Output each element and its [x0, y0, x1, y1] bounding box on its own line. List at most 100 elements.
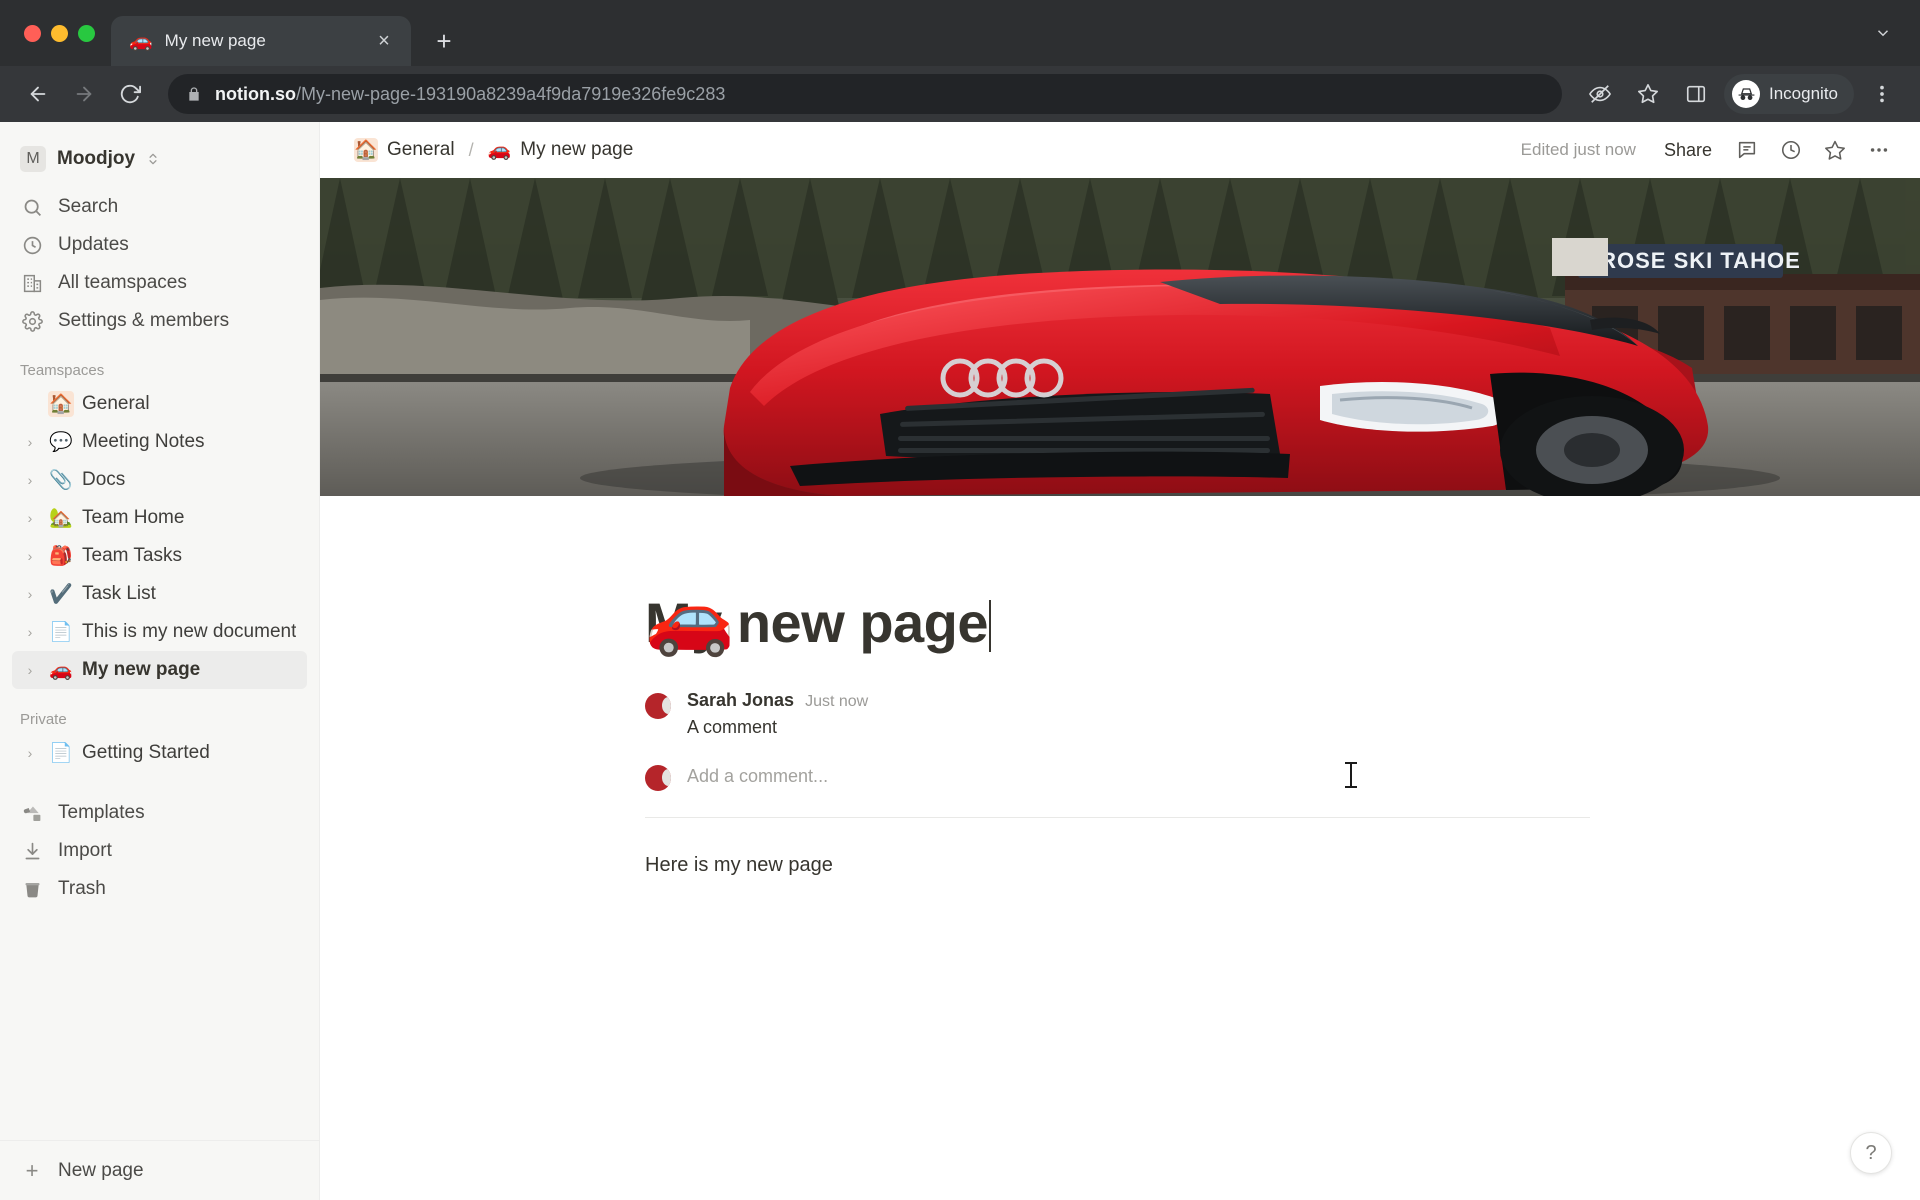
sidebar-item-general[interactable]: › 🏠 General [12, 385, 307, 423]
sidebar-item-label: Getting Started [82, 742, 210, 763]
cover-illustration: MT ROSE SKI TAHOE [320, 178, 1920, 496]
comment-author: Sarah Jonas [687, 689, 795, 710]
sidebar-item-label: This is my new document [82, 621, 297, 642]
forward-button[interactable] [64, 74, 104, 114]
chevron-right-icon[interactable]: › [20, 586, 40, 602]
page-facing-up-emoji-icon: 📄 [49, 743, 73, 764]
browser-tabstrip: 🚗 My new page × + [0, 0, 1920, 66]
page-title-wrapper: My new page [645, 592, 1755, 654]
new-page-button[interactable]: + New page [0, 1140, 319, 1200]
comments-section: Sarah Jonas Just now A comment Add a com… [645, 690, 1590, 818]
url-path: /My-new-page-193190a8239a4f9da7919e326fe… [295, 83, 726, 104]
reload-button[interactable] [110, 74, 150, 114]
url-host: notion.so [215, 83, 296, 104]
incognito-profile-button[interactable]: Incognito [1724, 74, 1854, 114]
sidebar-item-this-is-my-new-document[interactable]: › 📄 This is my new document [12, 613, 307, 651]
car-emoji-icon: 🚗 [487, 140, 512, 161]
chevron-right-icon[interactable]: › [20, 624, 40, 640]
building-icon [20, 271, 44, 295]
sidebar-item-label: Team Tasks [82, 545, 182, 566]
sidebar-item-team-tasks[interactable]: › 🎒 Team Tasks [12, 537, 307, 575]
sidebar-item-label: Updates [58, 234, 129, 255]
star-icon[interactable] [1816, 131, 1854, 169]
comment-timestamp: Just now [805, 692, 869, 710]
breadcrumb-item-my-new-page[interactable]: 🚗 My new page [480, 134, 642, 166]
add-comment-row[interactable]: Add a comment... [645, 762, 1590, 791]
workspace-name: Moodjoy [57, 148, 136, 169]
breadcrumb-separator: / [468, 139, 474, 160]
close-tab-button[interactable]: × [371, 28, 397, 54]
sidebar-item-all-teamspaces[interactable]: All teamspaces [12, 264, 307, 302]
gear-icon [20, 309, 44, 333]
chevron-down-icon[interactable] [1866, 16, 1900, 50]
sidebar-item-team-home[interactable]: › 🏡 Team Home [12, 499, 307, 537]
page-body-text[interactable]: Here is my new page [645, 854, 1755, 877]
page-document: My new page Sarah Jonas Just now A comme… [320, 496, 1920, 1200]
bookmark-star-icon[interactable] [1628, 74, 1668, 114]
speech-balloon-emoji-icon: 💬 [49, 432, 73, 453]
sidebar-section-private: Private [20, 711, 67, 728]
breadcrumb-item-general[interactable]: 🏠 General [346, 134, 463, 166]
new-tab-button[interactable]: + [423, 20, 465, 62]
comment-body: Sarah Jonas Just now A comment [687, 690, 1590, 738]
sidebar-item-label: Docs [82, 469, 126, 490]
house-with-garden-emoji-icon: 🏡 [49, 508, 73, 529]
comment-text: A comment [687, 716, 778, 737]
incognito-avatar-icon [1732, 80, 1760, 108]
browser-tab[interactable]: 🚗 My new page × [111, 16, 411, 66]
sidebar-item-trash[interactable]: Trash [12, 870, 307, 908]
house-emoji-icon: 🏠 [48, 391, 74, 417]
share-button[interactable]: Share [1654, 134, 1722, 167]
trash-icon [20, 877, 44, 901]
chevron-right-icon[interactable]: › [20, 548, 40, 564]
sidebar-item-label: Import [58, 840, 112, 861]
page-facing-up-emoji-icon: 📄 [49, 622, 73, 643]
sidebar-item-meeting-notes[interactable]: › 💬 Meeting Notes [12, 423, 307, 461]
main-content: 🏠 General / 🚗 My new page Edited just no… [320, 122, 1920, 1200]
more-options-icon[interactable] [1860, 131, 1898, 169]
sidebar-item-getting-started[interactable]: › 📄 Getting Started [12, 734, 307, 772]
sidebar-item-templates[interactable]: Templates [12, 794, 307, 832]
sidebar-item-task-list[interactable]: › ✔️ Task List [12, 575, 307, 613]
toolbar-right-controls: Incognito [1580, 74, 1902, 114]
back-button[interactable] [18, 74, 58, 114]
sidebar-item-my-new-page[interactable]: › 🚗 My new page [12, 651, 307, 689]
chrome-menu-icon[interactable] [1862, 74, 1902, 114]
sidebar-item-updates[interactable]: Updates [12, 226, 307, 264]
house-emoji-icon: 🏠 [354, 138, 378, 162]
sidebar-item-settings-members[interactable]: Settings & members [12, 302, 307, 340]
sidebar-section-teamspaces: Teamspaces [20, 362, 105, 379]
comment-header: Sarah Jonas Just now [687, 690, 1590, 711]
minimize-window-button[interactable] [51, 24, 68, 42]
paperclip-emoji-icon: 📎 [49, 470, 73, 491]
help-button[interactable]: ? [1850, 1132, 1892, 1174]
browser-window: 🚗 My new page × + notion.so/My-new-page-… [0, 0, 1920, 1200]
page-icon-emoji[interactable]: 🚗 [645, 582, 735, 654]
page-cover-image[interactable]: MT ROSE SKI TAHOE [320, 178, 1920, 496]
comment-item[interactable]: Sarah Jonas Just now A comment [645, 690, 1590, 738]
side-panel-icon[interactable] [1676, 74, 1716, 114]
sidebar-item-label: Templates [58, 802, 145, 823]
sidebar-item-label: Meeting Notes [82, 431, 205, 452]
sidebar-item-docs[interactable]: › 📎 Docs [12, 461, 307, 499]
chevron-right-icon[interactable]: › [20, 745, 40, 761]
sidebar-item-label: All teamspaces [58, 272, 187, 293]
third-party-cookies-blocked-icon[interactable] [1580, 74, 1620, 114]
workspace-avatar: M [20, 146, 46, 172]
sidebar-item-import[interactable]: Import [12, 832, 307, 870]
chevron-right-icon[interactable]: › [20, 510, 40, 526]
close-window-button[interactable] [24, 24, 41, 42]
maximize-window-button[interactable] [78, 24, 95, 42]
import-icon [20, 839, 44, 863]
address-bar[interactable]: notion.so/My-new-page-193190a8239a4f9da7… [168, 74, 1562, 114]
chevron-updown-icon [146, 150, 160, 168]
sidebar-item-search[interactable]: Search [12, 188, 307, 226]
workspace-switcher[interactable]: M Moodjoy [12, 138, 307, 180]
comment-icon[interactable] [1728, 131, 1766, 169]
chevron-right-icon[interactable]: › [20, 662, 40, 678]
history-clock-icon[interactable] [1772, 131, 1810, 169]
chevron-right-icon[interactable]: › [20, 434, 40, 450]
edited-status: Edited just now [1520, 140, 1636, 159]
add-comment-input[interactable]: Add a comment... [687, 766, 828, 787]
chevron-right-icon[interactable]: › [20, 472, 40, 488]
